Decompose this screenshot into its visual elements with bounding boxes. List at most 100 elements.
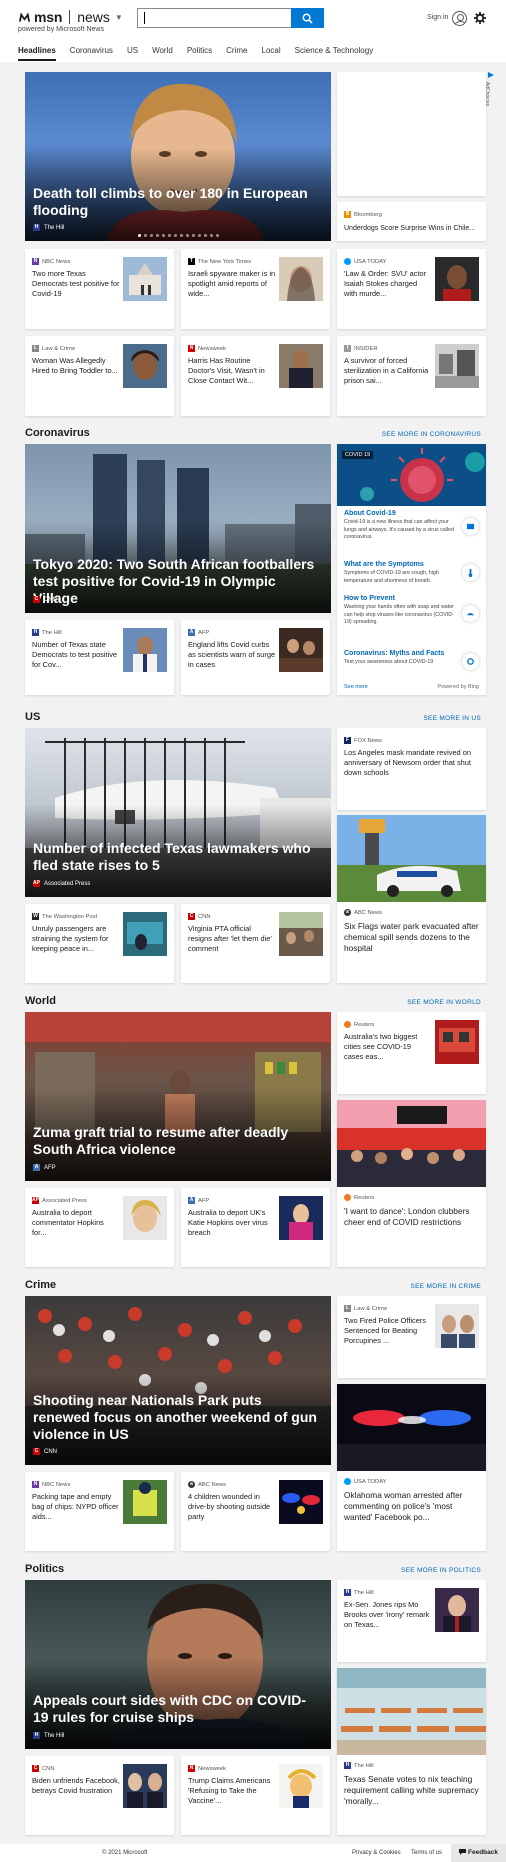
search-button[interactable] <box>291 8 324 28</box>
hero-title[interactable]: Death toll climbs to over 180 in Europea… <box>33 185 317 219</box>
carousel-dot[interactable] <box>203 234 207 237</box>
see-more-us-link[interactable]: SEE MORE IN US <box>423 715 481 722</box>
nav-tab-science-technology[interactable]: Science & Technology <box>295 46 374 59</box>
news-card[interactable]: T The New York Times Israeli spyware make… <box>181 249 330 329</box>
section-name[interactable]: news <box>77 9 110 25</box>
carousel-dot[interactable] <box>149 234 153 237</box>
see-more-coronavirus-link[interactable]: SEE MORE IN CORONAVIRUS <box>382 431 481 438</box>
item-heading[interactable]: How to Prevent <box>344 595 454 602</box>
hero-title[interactable]: Number of infected Texas lawmakers who f… <box>33 840 317 874</box>
item-heading[interactable]: About Covid-19 <box>344 510 454 517</box>
card-source: N NBC News <box>32 258 70 265</box>
carousel-dot[interactable] <box>155 234 159 237</box>
covid-item-about[interactable]: About Covid-19 Covid-19 is a new illness… <box>344 510 454 542</box>
news-card[interactable]: a ABC News 4 children wounded in drive-by… <box>181 1472 330 1551</box>
politics-hero-card[interactable]: Appeals court sides with CDC on COVID-19… <box>25 1580 331 1749</box>
feature-news-card[interactable]: H The Hill Texas Senate votes to nix teac… <box>337 1668 486 1835</box>
carousel-dot[interactable] <box>137 234 141 237</box>
news-card[interactable]: USA TODAY 'Law & Order: SVU' actor Isaia… <box>337 249 486 329</box>
hero-source: A AFP <box>33 1164 56 1171</box>
card-source: L Law & Crime <box>32 345 75 352</box>
nav-tab-coronavirus[interactable]: Coronavirus <box>70 46 113 59</box>
side-news-card[interactable]: F FOX News Los Angeles mask mandate reviv… <box>337 728 486 810</box>
covid-item-myths[interactable]: Coronavirus: Myths and Facts Test your a… <box>344 650 454 667</box>
top-hero-card[interactable]: Death toll climbs to over 180 in Europea… <box>25 72 331 241</box>
news-card[interactable]: C CNN Biden unfriends Facebook, betrays C… <box>25 1756 174 1835</box>
news-card[interactable]: W The Washington Post Unruly passengers a… <box>25 904 174 983</box>
news-card[interactable]: N NBC News Two more Texas Democrats test … <box>25 249 174 329</box>
nav-tab-crime[interactable]: Crime <box>226 46 247 59</box>
news-card[interactable]: H The Hill Number of Texas state Democrat… <box>25 620 174 695</box>
copyright-text: © 2021 Microsoft <box>102 1850 148 1856</box>
news-card[interactable]: N NBC News Packing tape and empty bag of … <box>25 1472 174 1551</box>
gear-icon[interactable] <box>474 12 486 24</box>
item-heading[interactable]: What are the Symptoms <box>344 561 454 568</box>
news-card[interactable]: A AFP England lifts Covid curbs as scient… <box>181 620 330 695</box>
item-heading[interactable]: Coronavirus: Myths and Facts <box>344 650 454 657</box>
source-name: The New York Times <box>198 258 252 265</box>
user-avatar-icon[interactable] <box>452 11 467 26</box>
feature-news-card[interactable]: USA TODAY Oklahoma woman arrested after … <box>337 1384 486 1551</box>
carousel-dot[interactable] <box>179 234 183 237</box>
side-news-card[interactable]: Reuters Australia's two biggest cities s… <box>337 1012 486 1094</box>
chevron-down-icon[interactable]: ▼ <box>115 13 123 22</box>
hero-title[interactable]: Tokyo 2020: Two South African footballer… <box>33 556 317 607</box>
msn-logo[interactable]: msn news ▼ <box>18 9 123 25</box>
news-card[interactable]: A AFP Australia to deport UK's Katie Hopk… <box>181 1188 330 1267</box>
card-source: AP Associated Press <box>32 1197 87 1204</box>
carousel-dot[interactable] <box>161 234 165 237</box>
ad-card[interactable] <box>337 72 486 196</box>
card-thumbnail <box>435 344 479 388</box>
crime-hero-card[interactable]: Shooting near Nationals Park puts renewe… <box>25 1296 331 1465</box>
carousel-dot[interactable] <box>191 234 195 237</box>
covid-item-symptoms[interactable]: What are the Symptoms Symptoms of COVID-… <box>344 561 454 585</box>
world-hero-card[interactable]: Zuma graft trial to resume after deadly … <box>25 1012 331 1181</box>
covid-item-prevent[interactable]: How to Prevent Washing your hands often … <box>344 595 454 627</box>
feature-news-card[interactable]: Reuters 'I want to dance': London clubbe… <box>337 1100 486 1267</box>
nav-tab-politics[interactable]: Politics <box>187 46 212 59</box>
us-hero-card[interactable]: Number of infected Texas lawmakers who f… <box>25 728 331 897</box>
terms-of-use-link[interactable]: Terms of us <box>411 1850 442 1856</box>
privacy-cookies-link[interactable]: Privacy & Cookies <box>352 1850 401 1856</box>
carousel-dot[interactable] <box>209 234 213 237</box>
adchoices-label[interactable]: AdChoices <box>484 71 495 111</box>
carousel-dots[interactable] <box>25 234 331 237</box>
feature-news-card[interactable]: a ABC News Six Flags water park evacuated… <box>337 815 486 983</box>
news-card[interactable]: I INSIDER A survivor of forced sterilizat… <box>337 336 486 416</box>
carousel-dot[interactable] <box>215 234 219 237</box>
side-news-card[interactable]: B Bloomberg Underdogs Score Surprise Wins… <box>337 202 486 241</box>
news-card[interactable]: N Newsweek Trump Claims Americans 'Refusi… <box>181 1756 330 1835</box>
carousel-dot[interactable] <box>197 234 201 237</box>
news-card[interactable]: N Newsweek Harris Has Routine Doctor's Vi… <box>181 336 330 416</box>
card-source: Reuters <box>344 1194 374 1201</box>
carousel-dot[interactable] <box>143 234 147 237</box>
source-name: The Hill <box>354 1762 374 1769</box>
hero-title[interactable]: Zuma graft trial to resume after deadly … <box>33 1124 317 1158</box>
nav-tab-headlines[interactable]: Headlines <box>18 46 56 61</box>
see-more-politics-link[interactable]: SEE MORE IN POLITICS <box>401 1567 481 1574</box>
carousel-dot[interactable] <box>167 234 171 237</box>
side-news-card[interactable]: L Law & Crime Two Fired Police Officers S… <box>337 1296 486 1378</box>
covid-see-more-link[interactable]: See more <box>344 684 368 690</box>
news-card[interactable]: L Law & Crime Woman Was Allegedly Hired t… <box>25 336 174 416</box>
news-card[interactable]: AP Associated Press Australia to deport c… <box>25 1188 174 1267</box>
carousel-dot[interactable] <box>185 234 189 237</box>
nav-tab-world[interactable]: World <box>152 46 173 59</box>
see-more-crime-link[interactable]: SEE MORE IN CRIME <box>411 1283 481 1290</box>
nav-tab-local[interactable]: Local <box>262 46 281 59</box>
card-title: 4 children wounded in drive-by shooting … <box>188 1492 271 1521</box>
card-thumbnail <box>435 257 479 301</box>
sign-in-link[interactable]: Sign in <box>427 14 448 21</box>
nav-tab-us[interactable]: US <box>127 46 138 59</box>
coronavirus-hero-card[interactable]: Tokyo 2020: Two South African footballer… <box>25 444 331 613</box>
card-thumbnail <box>435 1020 479 1064</box>
source-name: Associated Press <box>42 1197 87 1204</box>
see-more-world-link[interactable]: SEE MORE IN WORLD <box>407 999 481 1006</box>
hero-title[interactable]: Appeals court sides with CDC on COVID-19… <box>33 1692 317 1726</box>
card-title: Ex-Sen. Jones rips Mo Brooks over 'irony… <box>344 1600 430 1629</box>
side-news-card[interactable]: H The Hill Ex-Sen. Jones rips Mo Brooks o… <box>337 1580 486 1662</box>
news-card[interactable]: C CNN Virginia PTA official resigns after… <box>181 904 330 983</box>
feedback-button[interactable]: Feedback <box>451 1844 506 1862</box>
carousel-dot[interactable] <box>173 234 177 237</box>
hero-title[interactable]: Shooting near Nationals Park puts renewe… <box>33 1392 317 1443</box>
